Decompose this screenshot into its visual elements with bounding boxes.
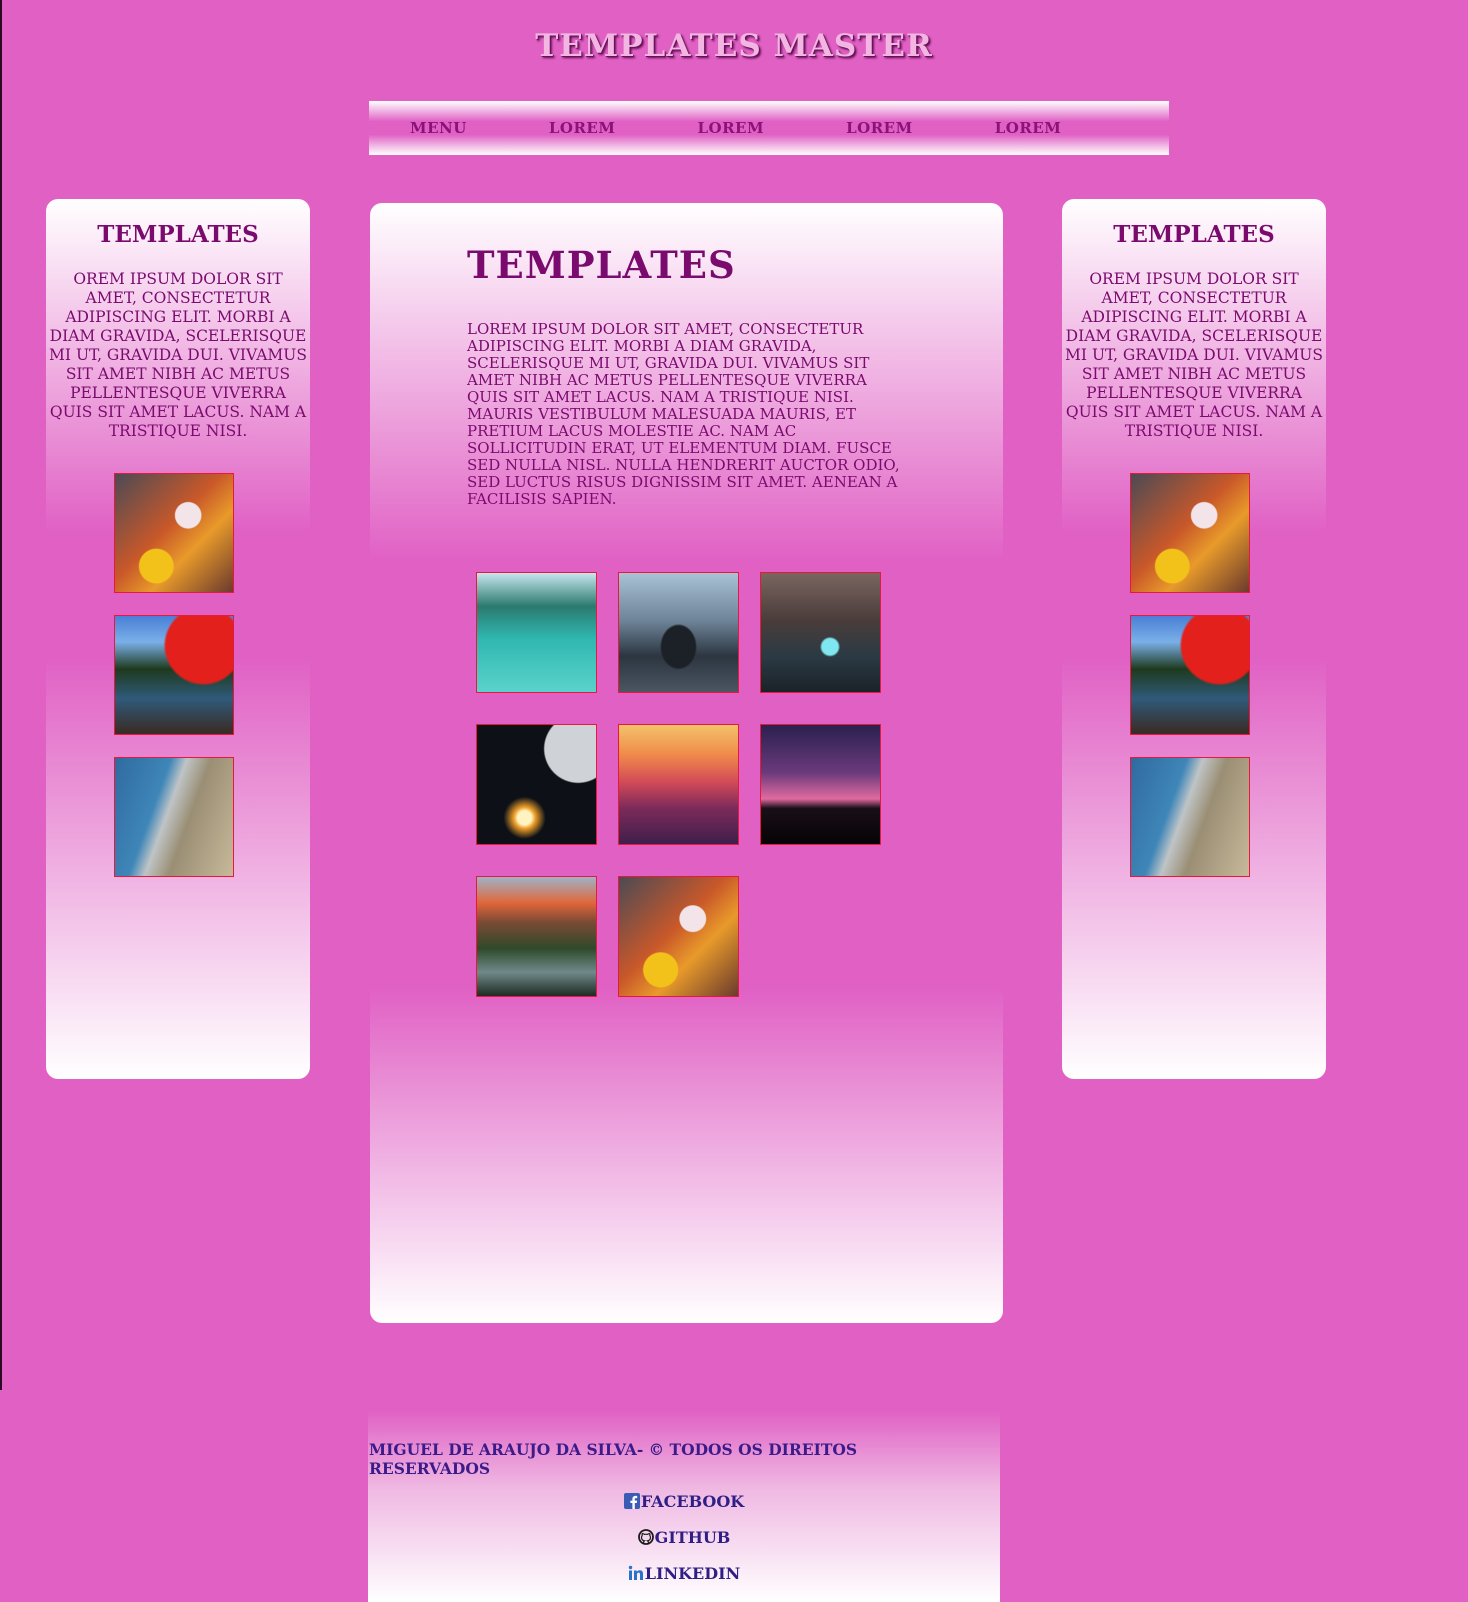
tree-silhouette-image[interactable] bbox=[760, 724, 881, 845]
footer: Miguel de Araujo da Silva- © Todos os di… bbox=[368, 1410, 1000, 1602]
page-left-edge bbox=[0, 0, 2, 1390]
site-title: Templates Master bbox=[535, 28, 933, 64]
main-title: Templates bbox=[467, 243, 736, 287]
linkedin-link[interactable]: Linkedin bbox=[368, 1564, 1000, 1585]
autumn-lake-image[interactable] bbox=[114, 615, 234, 735]
left-sidebar-images bbox=[46, 473, 310, 899]
right-sidebar-images bbox=[1062, 473, 1326, 899]
main-content: Templates Lorem ipsum dolor sit amet, co… bbox=[370, 203, 1003, 1323]
sea-cliff-image[interactable] bbox=[114, 757, 234, 877]
left-sidebar-text: orem ipsum dolor sit amet, consectetur a… bbox=[49, 270, 307, 440]
right-sidebar: Templates orem ipsum dolor sit amet, con… bbox=[1062, 199, 1326, 1079]
hero-warrior-image[interactable] bbox=[618, 876, 739, 997]
main-nav: Menu Lorem Lorem Lorem Lorem bbox=[369, 101, 1169, 155]
sea-cliff-image[interactable] bbox=[1130, 757, 1250, 877]
facebook-icon bbox=[623, 1493, 640, 1513]
facebook-label: Facebook bbox=[640, 1492, 745, 1511]
canyon-sunset-image[interactable] bbox=[618, 724, 739, 845]
facebook-link[interactable]: Facebook bbox=[368, 1492, 1000, 1513]
left-sidebar: Templates orem ipsum dolor sit amet, con… bbox=[46, 199, 310, 1079]
mountain-lake-image[interactable] bbox=[476, 572, 597, 693]
hero-warrior-image[interactable] bbox=[114, 473, 234, 593]
temple-portal-image[interactable] bbox=[760, 572, 881, 693]
nav-item-lorem-1[interactable]: Lorem bbox=[549, 119, 616, 137]
planet-sunrise-image[interactable] bbox=[476, 724, 597, 845]
github-icon bbox=[637, 1529, 654, 1549]
github-link[interactable]: Github bbox=[368, 1528, 1000, 1549]
autumn-lake-image[interactable] bbox=[1130, 615, 1250, 735]
main-text: Lorem ipsum dolor sit amet, consectetur … bbox=[467, 320, 900, 508]
nav-item-lorem-2[interactable]: Lorem bbox=[697, 119, 764, 137]
nav-item-lorem-3[interactable]: Lorem bbox=[846, 119, 913, 137]
nav-item-lorem-4[interactable]: Lorem bbox=[995, 119, 1062, 137]
github-label: Github bbox=[654, 1528, 731, 1547]
left-sidebar-title: Templates bbox=[97, 221, 259, 248]
nav-item-menu[interactable]: Menu bbox=[410, 119, 467, 137]
right-sidebar-text: orem ipsum dolor sit amet, consectetur a… bbox=[1065, 270, 1323, 440]
hero-warrior-image[interactable] bbox=[1130, 473, 1250, 593]
copyright-text: Miguel de Araujo da Silva- © Todos os di… bbox=[369, 1440, 858, 1478]
right-sidebar-title: Templates bbox=[1113, 221, 1275, 248]
mountain-river-image[interactable] bbox=[476, 876, 597, 997]
linkedin-icon bbox=[628, 1565, 644, 1585]
truck-street-image[interactable] bbox=[618, 572, 739, 693]
image-gallery bbox=[476, 572, 916, 997]
linkedin-label: Linkedin bbox=[644, 1564, 741, 1583]
